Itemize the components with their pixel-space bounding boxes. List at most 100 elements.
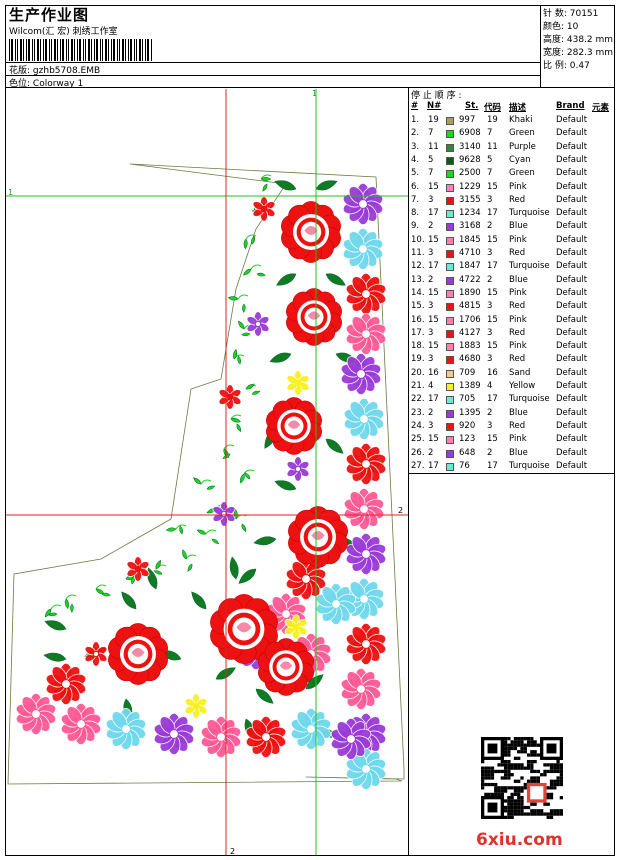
row-needle: 17	[428, 208, 439, 219]
row-brand: Default	[556, 154, 588, 165]
row-index: 12.	[411, 261, 425, 272]
row-index: 15.	[411, 301, 425, 312]
flower	[45, 663, 87, 705]
flower	[60, 703, 102, 745]
table-row: 4. 5 9628 5 Cyan Default	[409, 155, 615, 168]
row-needle: 17	[428, 460, 439, 471]
table-row: 1. 19 997 19 Khaki Default	[409, 115, 615, 128]
flower	[345, 532, 387, 576]
row-code: 3	[487, 354, 493, 365]
row-brand: Default	[556, 274, 588, 285]
color-swatch	[446, 449, 454, 458]
color-swatch	[446, 303, 454, 312]
row-index: 16.	[411, 314, 425, 325]
flower	[245, 716, 287, 758]
row-description: Green	[509, 128, 535, 139]
color-swatch	[446, 409, 454, 418]
qr-code	[481, 737, 563, 819]
stop-sequence-table: 停 止 顺 序 : # N# St. 代码 描述 Brand 元素 1. 19 99…	[409, 88, 615, 474]
color-swatch	[446, 396, 454, 405]
row-brand: Default	[556, 248, 588, 258]
row-index: 26.	[411, 447, 425, 458]
row-index: 22.	[411, 394, 425, 405]
row-code: 7	[487, 128, 493, 139]
row-brand: Default	[556, 208, 588, 219]
row-brand: Default	[556, 194, 588, 205]
row-needle: 15	[428, 434, 439, 445]
color-swatch	[446, 276, 454, 285]
row-description: Pink	[509, 234, 527, 245]
guide-label-h2: 2	[398, 506, 404, 515]
row-needle: 17	[428, 261, 439, 272]
row-description: Khaki	[509, 115, 533, 125]
color-swatch	[446, 316, 454, 325]
row-description: Blue	[509, 274, 528, 285]
row-index: 2.	[411, 128, 420, 139]
flower	[246, 311, 270, 337]
row-description: Sand	[509, 367, 531, 378]
row-description: Red	[509, 420, 526, 431]
flower	[345, 442, 387, 486]
table-row: 10. 15 1845 15 Pink Default	[409, 235, 615, 248]
table-row: 3. 11 3140 11 Purple Default	[409, 142, 615, 155]
table-row: 17. 3 4127 3 Red Default	[409, 328, 615, 341]
row-brand: Default	[556, 447, 588, 458]
row-description: Red	[509, 301, 526, 312]
row-needle: 2	[428, 274, 434, 285]
flower	[15, 693, 57, 735]
row-brand: Default	[556, 234, 588, 245]
row-index: 7.	[411, 194, 420, 205]
row-code: 11	[487, 141, 498, 152]
row-code: 2	[487, 274, 493, 285]
row-brand: Default	[556, 420, 588, 431]
flower	[340, 668, 382, 710]
row-stitches: 1229	[459, 181, 481, 192]
row-stitches: 1389	[459, 381, 481, 391]
row-needle: 15	[428, 181, 439, 192]
row-stitches: 920	[459, 420, 476, 431]
row-index: 27.	[411, 460, 425, 471]
color-swatch	[446, 130, 454, 139]
row-stitches: 9628	[459, 154, 481, 165]
table-row: 11. 3 4710 3 Red Default	[409, 248, 615, 261]
row-index: 18.	[411, 341, 425, 352]
row-description: Pink	[509, 314, 527, 325]
table-row: 25. 15 123 15 Pink Default	[409, 434, 615, 447]
color-swatch	[446, 196, 454, 205]
row-code: 17	[487, 394, 498, 405]
row-needle: 15	[428, 314, 439, 325]
flower	[200, 716, 242, 758]
row-stitches: 648	[459, 447, 476, 458]
row-code: 2	[487, 447, 493, 458]
stitch-count: 针 数: 70151	[543, 9, 599, 19]
row-brand: Default	[556, 181, 588, 192]
row-brand: Default	[556, 381, 588, 391]
row-description: Purple	[509, 141, 536, 152]
row-brand: Default	[556, 261, 588, 272]
row-needle: 16	[428, 367, 439, 378]
row-needle: 4	[428, 381, 434, 391]
row-brand: Default	[556, 221, 588, 232]
row-needle: 17	[428, 394, 439, 405]
row-needle: 5	[428, 154, 434, 165]
row-description: Red	[509, 248, 526, 258]
color-swatch	[446, 117, 454, 125]
color-swatch	[446, 462, 454, 471]
row-description: Pink	[509, 287, 527, 298]
row-stitches: 123	[459, 434, 476, 445]
row-needle: 15	[428, 341, 439, 352]
row-description: Red	[509, 327, 526, 338]
row-brand: Default	[556, 168, 588, 179]
row-code: 15	[487, 287, 498, 298]
row-needle: 11	[428, 141, 439, 152]
row-index: 4.	[411, 154, 420, 165]
row-brand: Default	[556, 141, 588, 152]
row-stitches: 4710	[459, 248, 481, 258]
table-row: 15. 3 4815 3 Red Default	[409, 301, 615, 314]
row-stitches: 76	[459, 460, 470, 471]
row-needle: 2	[428, 221, 434, 232]
table-row: 12. 17 1847 17 Turquoise Default	[409, 261, 615, 274]
flower	[345, 312, 387, 356]
color-swatch	[446, 436, 454, 445]
row-description: Cyan	[509, 154, 531, 165]
